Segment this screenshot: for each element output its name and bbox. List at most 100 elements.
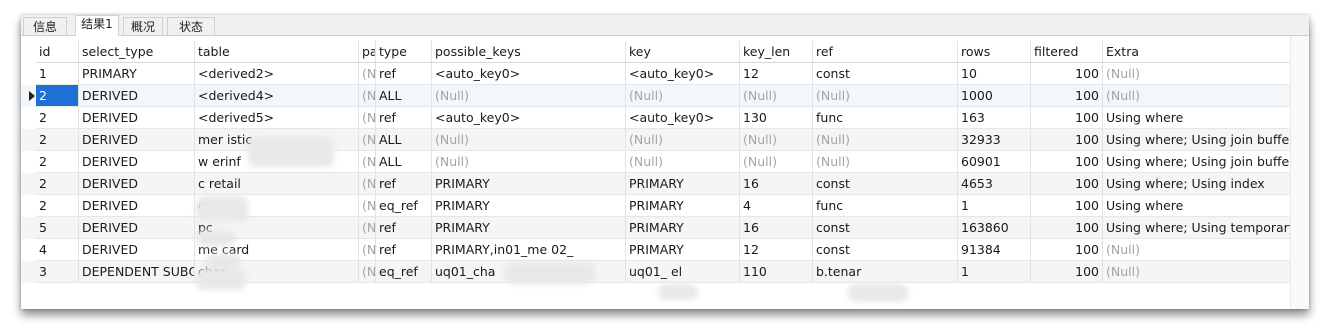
table-row[interactable]: 2 DERIVED <derived5> (N ref <auto_key0> <auto_… [21,107,1291,129]
cell-type[interactable]: ALL [376,151,432,173]
cell-partitions[interactable]: (N [359,173,376,195]
cell-id[interactable]: 2 [36,195,79,217]
cell-key[interactable]: PRIMARY [626,217,740,239]
cell-type[interactable]: ref [376,63,432,85]
cell-possible-keys[interactable]: PRIMARY [432,173,626,195]
cell-select-type[interactable]: DERIVED [79,107,195,129]
cell-key[interactable]: PRIMARY [626,239,740,261]
cell-ref[interactable]: func [813,107,958,129]
cell-select-type[interactable]: DERIVED [79,151,195,173]
table-row[interactable]: 2 DERIVED w erinf (N ALL (Null) (Null) (Null) (N… [21,151,1291,173]
table-row[interactable]: 2 DERIVED <derived4> (N ALL (Null) (Null) (Null… [21,85,1291,107]
cell-extra[interactable]: Using where; Using join buffer ( [1103,129,1291,151]
cell-table[interactable]: <derived2> [195,63,359,85]
cell-id[interactable]: 1 [36,63,79,85]
cell-extra[interactable]: Using where; Using join buffer ( [1103,151,1291,173]
cell-key[interactable]: PRIMARY [626,195,740,217]
cell-rows[interactable]: 4653 [958,173,1031,195]
table-row[interactable]: 1 PRIMARY <derived2> (N ref <auto_key0> <auto_… [21,63,1291,85]
cell-key-len[interactable]: 4 [740,195,813,217]
cell-extra[interactable]: Using where [1103,107,1291,129]
header-possible-keys[interactable]: possible_keys [432,41,626,63]
cell-key-len[interactable]: 16 [740,173,813,195]
cell-partitions[interactable]: (N [359,63,376,85]
cell-partitions[interactable]: (N [359,85,376,107]
tab-info[interactable]: 信息 [23,17,67,35]
cell-type[interactable]: ALL [376,85,432,107]
cell-possible-keys[interactable]: (Null) [432,85,626,107]
cell-key-len[interactable]: 130 [740,107,813,129]
cell-id[interactable]: 2 [36,107,79,129]
header-key-len[interactable]: key_len [740,41,813,63]
cell-filtered[interactable]: 100 [1031,107,1103,129]
cell-rows[interactable]: 32933 [958,129,1031,151]
cell-rows[interactable]: 60901 [958,151,1031,173]
cell-ref[interactable]: b.tenar [813,261,958,283]
cell-key[interactable]: <auto_key0> [626,107,740,129]
cell-type[interactable]: ref [376,217,432,239]
cell-type[interactable]: ref [376,173,432,195]
cell-key[interactable]: uq01_ el [626,261,740,283]
cell-key-len[interactable]: 12 [740,63,813,85]
cell-id[interactable]: 2 [36,129,79,151]
header-rows[interactable]: rows [958,41,1031,63]
cell-select-type[interactable]: DERIVED [79,129,195,151]
cell-select-type[interactable]: DERIVED [79,217,195,239]
cell-ref[interactable]: const [813,239,958,261]
cell-extra[interactable]: (Null) [1103,239,1291,261]
cell-key[interactable]: <auto_key0> [626,63,740,85]
cell-partitions[interactable]: (N [359,151,376,173]
cell-key-len[interactable]: 110 [740,261,813,283]
cell-table[interactable]: c retail [195,173,359,195]
cell-key-len[interactable]: (Null) [740,151,813,173]
cell-filtered[interactable]: 100 [1031,261,1103,283]
cell-type[interactable]: ref [376,107,432,129]
cell-possible-keys[interactable]: PRIMARY [432,195,626,217]
cell-id[interactable]: 4 [36,239,79,261]
cell-table[interactable]: <derived5> [195,107,359,129]
header-key[interactable]: key [626,41,740,63]
tab-overview[interactable]: 概况 [123,17,163,35]
header-table[interactable]: table [195,41,359,63]
cell-key[interactable]: PRIMARY [626,173,740,195]
cell-rows[interactable]: 163860 [958,217,1031,239]
cell-partitions[interactable]: (N [359,107,376,129]
cell-rows[interactable]: 1 [958,261,1031,283]
tab-result-1[interactable]: 结果1 [75,15,119,36]
cell-possible-keys[interactable]: <auto_key0> [432,107,626,129]
cell-filtered[interactable]: 100 [1031,217,1103,239]
cell-filtered[interactable]: 100 [1031,85,1103,107]
header-partitions[interactable]: pa [359,41,376,63]
cell-key[interactable]: (Null) [626,151,740,173]
cell-id[interactable]: 5 [36,217,79,239]
cell-table[interactable]: <derived4> [195,85,359,107]
cell-possible-keys[interactable]: (Null) [432,129,626,151]
cell-id[interactable]: 2 [36,85,79,107]
cell-extra[interactable]: Using where; Using index [1103,173,1291,195]
cell-ref[interactable]: const [813,63,958,85]
cell-rows[interactable]: 10 [958,63,1031,85]
cell-ref[interactable]: (Null) [813,129,958,151]
cell-partitions[interactable]: (N [359,217,376,239]
cell-key-len[interactable]: (Null) [740,85,813,107]
cell-filtered[interactable]: 100 [1031,151,1103,173]
cell-key[interactable]: (Null) [626,85,740,107]
table-row[interactable]: 2 DERIVED mer istic (N ALL (Null) (Null) (Null)… [21,129,1291,151]
cell-key-len[interactable]: 16 [740,217,813,239]
cell-possible-keys[interactable]: PRIMARY,in01_me 02_ [432,239,626,261]
cell-select-type[interactable]: DERIVED [79,85,195,107]
cell-select-type[interactable]: DERIVED [79,173,195,195]
header-ref[interactable]: ref [813,41,958,63]
table-row[interactable]: 2 DERIVED c retail (N ref PRIMARY PRIMARY 16 con… [21,173,1291,195]
cell-partitions[interactable]: (N [359,239,376,261]
cell-select-type[interactable]: DERIVED [79,195,195,217]
cell-key-len[interactable]: 12 [740,239,813,261]
cell-rows[interactable]: 163 [958,107,1031,129]
cell-id[interactable]: 2 [36,151,79,173]
cell-filtered[interactable]: 100 [1031,195,1103,217]
cell-type[interactable]: ref [376,239,432,261]
cell-key-len[interactable]: (Null) [740,129,813,151]
cell-ref[interactable]: (Null) [813,85,958,107]
cell-key[interactable]: (Null) [626,129,740,151]
cell-type[interactable]: eq_ref [376,261,432,283]
